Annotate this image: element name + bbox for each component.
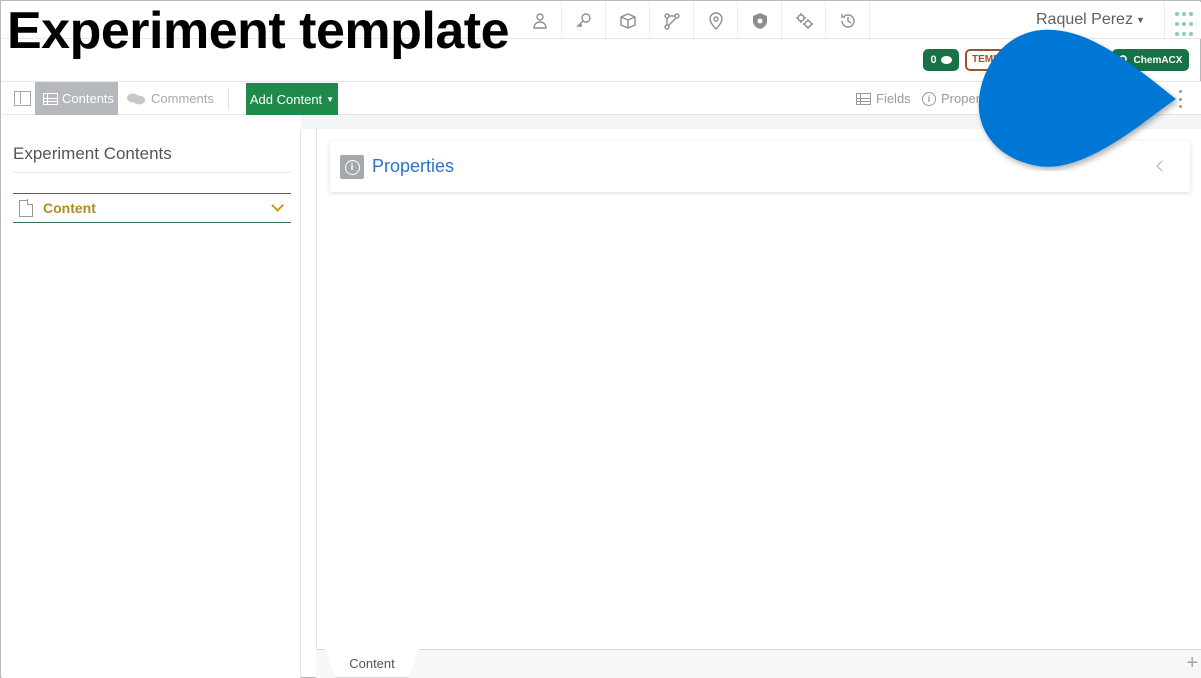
properties-title[interactable]: Properties: [372, 156, 454, 177]
workflow-icon[interactable]: [650, 2, 694, 39]
info-icon: i: [922, 91, 936, 106]
top-nav-icons: [518, 2, 870, 39]
user-name: Raquel Perez: [1036, 11, 1133, 28]
left-panel: Experiment Contents Content: [2, 129, 301, 678]
left-panel-title: Experiment Contents: [13, 144, 172, 163]
comments-count: 0: [930, 54, 937, 66]
table-icon: [43, 92, 58, 105]
comment-bubble-icon: [940, 56, 952, 64]
comments-tab-label: Comments: [151, 91, 214, 106]
toolbar-divider: [228, 88, 229, 110]
history-icon[interactable]: [826, 2, 870, 39]
document-icon: [19, 199, 34, 217]
bottom-tab-content[interactable]: Content: [324, 649, 420, 678]
contents-tab[interactable]: Contents: [35, 82, 118, 115]
bottom-tab-bar: Content +: [316, 649, 1201, 678]
gears-icon[interactable]: [782, 2, 826, 39]
comments-icon: [127, 93, 145, 104]
add-content-button[interactable]: Add Content ▼: [246, 83, 338, 115]
contents-tab-label: Contents: [62, 91, 115, 106]
overlay-title: Experiment template: [7, 2, 510, 60]
main-panel: i Properties: [316, 129, 1201, 649]
user-menu[interactable]: Raquel Perez ▼: [1036, 11, 1145, 29]
chevron-down-icon[interactable]: [271, 199, 284, 212]
divider: [13, 172, 291, 173]
chevron-down-icon: ▼: [326, 94, 335, 104]
callout-pointer: [978, 29, 1176, 167]
chevron-down-icon: ▼: [1135, 14, 1145, 25]
location-pin-icon[interactable]: [694, 2, 738, 39]
info-icon: i: [340, 155, 364, 179]
content-section-label: Content: [43, 200, 96, 216]
add-tab-icon[interactable]: +: [1186, 653, 1198, 673]
comments-tab[interactable]: Comments: [126, 82, 214, 115]
table-icon: [856, 92, 871, 105]
comments-count-badge[interactable]: 0: [923, 49, 959, 71]
shield-icon[interactable]: [738, 2, 782, 39]
sidebar-toggle-icon[interactable]: [14, 91, 31, 106]
content-section-header[interactable]: Content: [13, 193, 291, 223]
add-content-label: Add Content: [249, 91, 323, 107]
person-icon[interactable]: [518, 2, 562, 39]
fields-label: Fields: [876, 91, 911, 106]
app-window: Raquel Perez ▼ Experiment template 0 TEMP…: [0, 0, 1201, 678]
cube-icon[interactable]: [606, 2, 650, 39]
fields-button[interactable]: Fields: [856, 82, 911, 115]
key-icon[interactable]: [562, 2, 606, 39]
